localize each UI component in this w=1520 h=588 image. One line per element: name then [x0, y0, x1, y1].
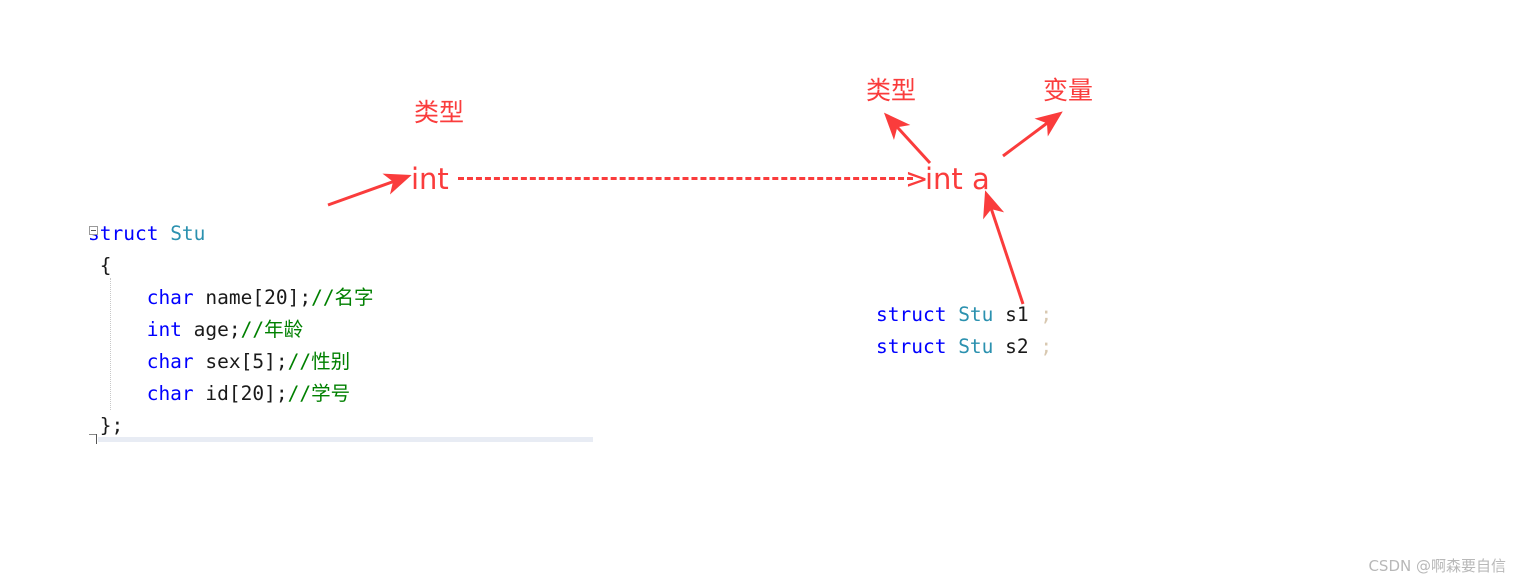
code-token-kw: char — [146, 350, 194, 373]
code-line: char id[20];//学号 — [88, 378, 608, 410]
annotation-label-right-variable: 变量 — [1043, 76, 1094, 105]
code-token-kw: char — [146, 382, 194, 405]
code-region-end-marker-icon — [89, 434, 98, 444]
code-token-plain: name[20]; — [193, 286, 312, 309]
code-token-type-id: Stu — [958, 335, 994, 358]
code-token-plain: { — [88, 254, 112, 277]
annotation-label-left-type: 类型 — [414, 98, 465, 127]
watermark-text: CSDN @啊森要自信 — [1368, 557, 1506, 575]
annotation-arrow-to-right-type — [883, 112, 932, 165]
annotation-dashed-connector — [458, 177, 913, 180]
code-editor-struct-definition[interactable]: struct Stu { char name[20];//名字 int age;… — [88, 218, 608, 448]
code-token-semi-faint: ; — [1028, 335, 1053, 358]
code-line: struct Stu s2 ; — [876, 330, 1052, 362]
code-token-kw: struct — [88, 222, 171, 245]
current-line-highlight-bar — [98, 437, 593, 442]
code-token-plain: age; — [181, 318, 241, 341]
annotation-arrow-s1-to-a — [983, 190, 1025, 305]
code-token-plain: s2 — [993, 335, 1029, 358]
indent-guide-line — [110, 278, 111, 410]
code-token-plain: sex[5]; — [193, 350, 288, 373]
code-token-cmt: //名字 — [311, 286, 374, 309]
code-token-kw: int — [146, 318, 182, 341]
code-token-kw: struct — [876, 303, 959, 326]
code-token-type-id: Stu — [170, 222, 206, 245]
annotation-text-int: int — [411, 162, 449, 196]
code-token-kw: char — [146, 286, 194, 309]
code-line: struct Stu — [88, 218, 608, 250]
code-token-plain: id[20]; — [193, 382, 288, 405]
code-token-cmt: //年龄 — [240, 318, 304, 341]
code-line: char sex[5];//性别 — [88, 346, 608, 378]
code-token-cmt: //学号 — [287, 382, 351, 405]
code-line: char name[20];//名字 — [88, 282, 608, 314]
code-token-kw: struct — [876, 335, 959, 358]
code-token-cmt: //性别 — [287, 350, 351, 373]
code-line: int age;//年龄 — [88, 314, 608, 346]
code-fold-collapse-icon[interactable] — [89, 226, 98, 235]
annotation-label-right-type: 类型 — [866, 76, 917, 105]
annotation-arrow-to-int — [327, 173, 412, 207]
code-line: { — [88, 250, 608, 282]
annotation-arrow-to-variable — [1002, 111, 1063, 158]
